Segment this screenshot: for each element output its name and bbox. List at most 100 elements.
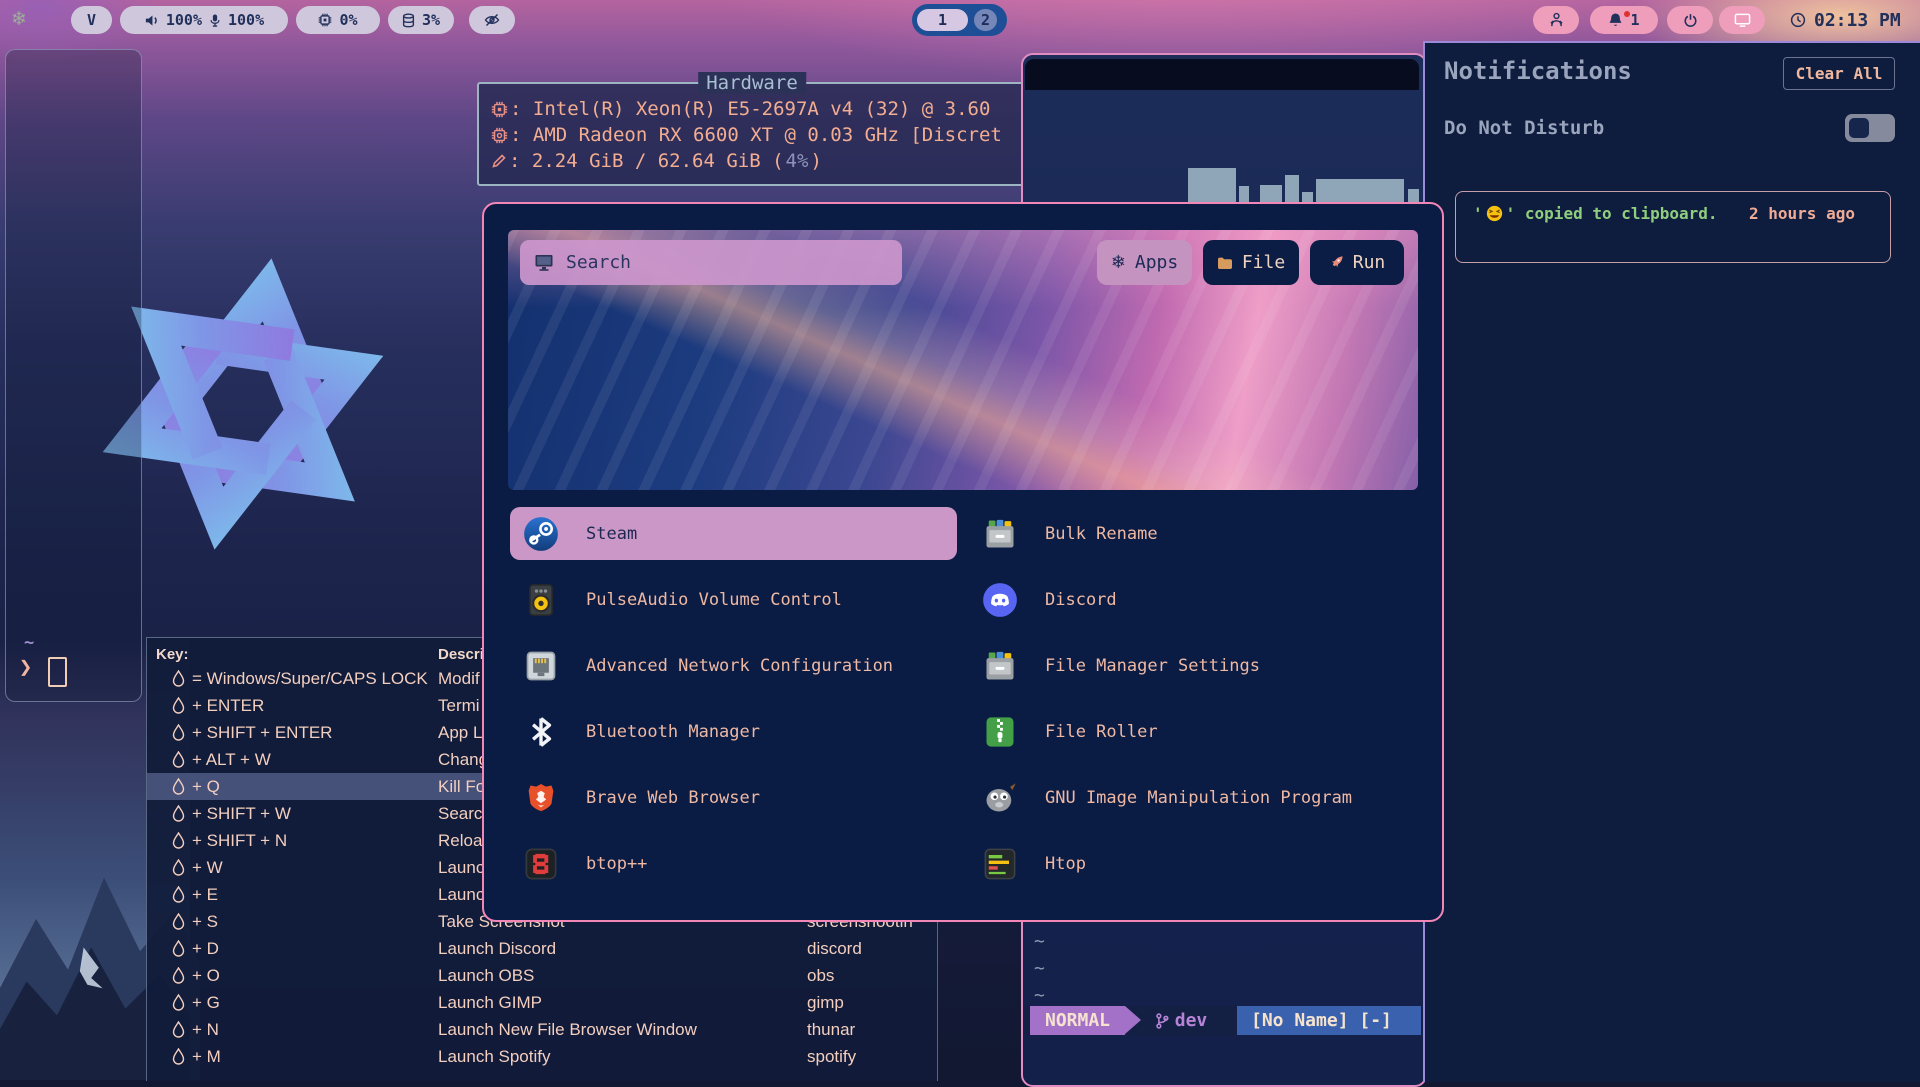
notification-time: 2 hours ago [1749,204,1855,223]
clock-icon [1790,12,1806,28]
app-item-btop[interactable]: btop++ [510,837,957,890]
keybinds-header-desc: Descri [438,646,484,663]
keybind-row[interactable]: + D Launch Discord discord [147,935,937,962]
app-item-bulk-rename[interactable]: Bulk Rename [969,507,1416,560]
keybind-row[interactable]: + M Launch Spotify spotify [147,1043,937,1070]
app-item-network[interactable]: Advanced Network Configuration [510,639,957,692]
powerline-arrow [1125,1006,1141,1034]
keybind-row[interactable]: + O Launch OBS obs [147,962,937,989]
terminal-cursor [48,657,67,687]
app-label: Htop [1045,854,1086,874]
app-label: Discord [1045,590,1117,610]
git-branch-icon [1155,1012,1169,1030]
keybind-combo: + S [192,912,218,932]
tab-file-label: File [1242,252,1285,273]
launcher-pill[interactable]: V [71,6,112,34]
clock-value: 02:13 PM [1814,10,1901,31]
btop-icon [523,846,559,882]
vim-buffer-segment: [No Name] [-] [1237,1006,1421,1035]
keybind-combo: + ENTER [192,696,264,716]
app-label: Bluetooth Manager [586,722,760,742]
memory-pencil-icon [491,153,507,169]
app-item-pulseaudio[interactable]: PulseAudio Volume Control [510,573,957,626]
computer-icon [534,254,554,272]
keybind-combo: + SHIFT + ENTER [192,723,332,743]
tab-apps-label: Apps [1135,252,1178,273]
disk-icon [402,13,415,28]
keybind-description: Chang [438,750,488,770]
hardware-gpu-text: : AMD Radeon RX 6600 XT @ 0.03 GHz [Disc… [510,122,1002,148]
power-pill[interactable] [1667,6,1713,34]
keybind-combo: = Windows/Super/CAPS LOCK [192,669,428,689]
mic-value: 100% [228,11,264,29]
keybind-description: Launc [438,885,484,905]
workspace-2[interactable]: 2 [974,9,997,31]
keyboard-user-pill[interactable] [1533,6,1579,34]
gpu-chip-icon [491,127,508,144]
super-key-icon [172,913,185,930]
audio-pill[interactable]: 100% 100% [120,6,288,34]
keybind-combo: + G [192,993,220,1013]
hardware-gpu-line: : AMD Radeon RX 6600 XT @ 0.03 GHz [Disc… [491,122,1021,148]
notification-card[interactable]: ' ' copied to clipboard. 2 hours ago [1455,191,1891,263]
app-item-discord[interactable]: Discord [969,573,1416,626]
pulseaudio-icon [523,582,559,618]
app-item-file-manager-settings[interactable]: File Manager Settings [969,639,1416,692]
keybind-command: spotify [807,1047,856,1067]
tab-file[interactable]: File [1203,240,1299,285]
left-terminal-window[interactable]: ~ ❯ [5,49,142,702]
brave-icon [523,780,559,816]
hardware-mem-pct: 4% [786,148,809,174]
super-key-icon [172,940,185,957]
vim-tilde: ~ [1034,931,1045,952]
super-key-icon [172,724,185,741]
cpu-value: 0% [339,11,357,29]
tab-apps[interactable]: ❄ Apps [1097,240,1192,285]
super-key-icon [172,859,185,876]
user-icon [1549,12,1564,28]
notification-text: ' copied to clipboard. [1506,204,1718,223]
cpu-chip-icon [491,101,508,118]
search-input[interactable]: Search [520,240,902,285]
toggle-knob [1849,118,1869,138]
keybind-description: App L [438,723,482,743]
keybind-row[interactable]: + N Launch New File Browser Window thuna… [147,1016,937,1043]
keybind-combo: + N [192,1020,219,1040]
speaker-icon [144,13,159,28]
nixos-menu-icon[interactable]: ❄ [11,8,27,30]
keybind-combo: + Q [192,777,220,797]
do-not-disturb-toggle[interactable] [1845,114,1895,142]
keybind-combo: + SHIFT + W [192,804,291,824]
hardware-cpu-line: : Intel(R) Xeon(R) E5-2697A v4 (32) @ 3.… [491,96,1021,122]
workspace-1[interactable]: 1 [917,9,968,31]
keybind-description: Launch New File Browser Window [438,1020,697,1040]
keybind-row[interactable]: + G Launch GIMP gimp [147,989,937,1016]
screen-record-pill[interactable] [1719,6,1765,34]
bluetooth-icon [523,714,559,750]
app-item-steam[interactable]: Steam [510,507,957,560]
hardware-memory-line: : 2.24 GiB / 62.64 GiB (4%) [491,148,1021,174]
app-item-bluetooth[interactable]: Bluetooth Manager [510,705,957,758]
notifications-pill[interactable]: 1 [1590,6,1658,34]
disk-pill[interactable]: 3% [388,6,454,34]
idle-inhibit-pill[interactable] [469,6,515,34]
folder-icon [1217,256,1233,270]
cpu-pill[interactable]: 0% [296,6,380,34]
app-label: Advanced Network Configuration [586,656,893,676]
clock[interactable]: 02:13 PM [1790,6,1901,34]
keybind-combo: + M [192,1047,221,1067]
eye-off-icon [484,12,500,28]
gimp-icon [982,780,1018,816]
htop-icon [982,846,1018,882]
clear-all-button[interactable]: Clear All [1783,57,1895,90]
launcher-pill-label: V [87,11,96,29]
app-item-brave[interactable]: Brave Web Browser [510,771,957,824]
app-item-file-roller[interactable]: File Roller [969,705,1416,758]
microphone-icon [209,13,221,28]
keybind-combo: + E [192,885,218,905]
tab-run[interactable]: Run [1310,240,1404,285]
app-item-htop[interactable]: Htop [969,837,1416,890]
snowflake-icon: ❄ [1111,252,1126,273]
app-item-gimp[interactable]: GNU Image Manipulation Program [969,771,1416,824]
do-not-disturb-label: Do Not Disturb [1444,117,1604,139]
